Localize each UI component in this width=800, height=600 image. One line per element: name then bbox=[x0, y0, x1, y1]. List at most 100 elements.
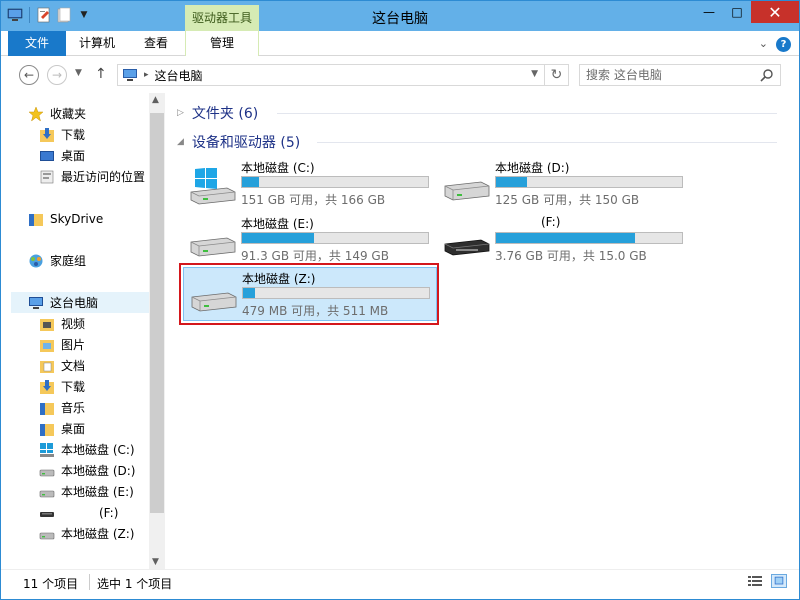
navigation-pane: 收藏夹 下载 桌面 最近访问的位置 SkyDrive 家庭组 这台电脑 视频 图… bbox=[1, 93, 165, 569]
forward-button[interactable]: → bbox=[47, 65, 67, 85]
nav-item-label: 桌面 bbox=[61, 422, 86, 436]
drive-icon bbox=[39, 532, 55, 539]
address-path-segment[interactable]: 这台电脑 bbox=[155, 67, 203, 84]
scroll-up-icon[interactable]: ▲ bbox=[152, 95, 159, 105]
help-icon[interactable]: ? bbox=[776, 37, 791, 52]
nav-this-pc[interactable]: 这台电脑 bbox=[11, 292, 149, 313]
drive-tile-d[interactable]: 本地磁盘 (D:) 125 GB 可用，共 150 GB bbox=[437, 157, 691, 211]
nav-item-label: 本地磁盘 (E:) bbox=[61, 485, 134, 499]
nav-item-drive-z[interactable]: 本地磁盘 (Z:) bbox=[39, 523, 134, 544]
close-button[interactable]: ✕ bbox=[751, 1, 799, 23]
drive-usage-bar bbox=[495, 232, 683, 244]
nav-favorites-label: 收藏夹 bbox=[50, 107, 87, 121]
windows-drive-icon bbox=[40, 442, 54, 457]
nav-item-downloads[interactable]: 下载 bbox=[39, 376, 85, 397]
drive-tile-f[interactable]: (F:) 3.76 GB 可用，共 15.0 GB bbox=[437, 213, 691, 267]
nav-item-label: 本地磁盘 (Z:) bbox=[61, 527, 135, 541]
drive-name: 本地磁盘 (C:) bbox=[241, 161, 315, 175]
search-box[interactable] bbox=[579, 64, 781, 86]
group-header-folders[interactable]: ▷ 文件夹 (6) bbox=[177, 103, 777, 123]
drive-capacity-text: 3.76 GB 可用，共 15.0 GB bbox=[495, 249, 647, 263]
computer-icon bbox=[123, 69, 137, 81]
star-icon bbox=[28, 105, 44, 122]
drive-capacity-text: 91.3 GB 可用，共 149 GB bbox=[241, 249, 389, 263]
scrollbar-thumb[interactable] bbox=[150, 113, 164, 513]
drive-usage-fill bbox=[496, 177, 528, 187]
nav-item-drive-c[interactable]: 本地磁盘 (C:) bbox=[39, 439, 135, 460]
drive-usage-bar bbox=[241, 232, 429, 244]
scroll-down-icon[interactable]: ▼ bbox=[152, 557, 159, 567]
search-icon[interactable] bbox=[760, 68, 774, 82]
tab-view[interactable]: 查看 bbox=[133, 31, 179, 56]
window-controls: — □ ✕ bbox=[695, 1, 799, 23]
navigation-bar: ← → ▼ ↑ ▸ 这台电脑 ▼ ↻ bbox=[1, 57, 799, 93]
recent-locations-dropdown[interactable]: ▼ bbox=[75, 68, 82, 78]
nav-item-recent-places[interactable]: 最近访问的位置 bbox=[39, 166, 145, 187]
nav-item-drive-e[interactable]: 本地磁盘 (E:) bbox=[39, 481, 134, 502]
nav-item-documents[interactable]: 文档 bbox=[39, 355, 85, 376]
drive-tile-c[interactable]: 本地磁盘 (C:) 151 GB 可用，共 166 GB bbox=[183, 157, 437, 211]
nav-item-videos[interactable]: 视频 bbox=[39, 313, 85, 334]
nav-item-drive-d[interactable]: 本地磁盘 (D:) bbox=[39, 460, 135, 481]
windows-drive-icon bbox=[190, 168, 236, 205]
minimize-button[interactable]: — bbox=[695, 1, 723, 23]
title-bar[interactable]: ▼ 驱动器工具 这台电脑 — □ ✕ bbox=[1, 1, 799, 31]
drive-usage-fill bbox=[242, 233, 314, 243]
address-dropdown-icon[interactable]: ▼ bbox=[531, 69, 538, 79]
nav-item-music[interactable]: 音乐 bbox=[39, 397, 85, 418]
group-header-devices[interactable]: ◢ 设备和驱动器 (5) bbox=[177, 132, 777, 152]
videos-folder-icon bbox=[40, 318, 54, 331]
tab-computer[interactable]: 计算机 bbox=[71, 31, 123, 56]
nav-item-desktop[interactable]: 桌面 bbox=[39, 418, 85, 439]
skydrive-folder-icon bbox=[29, 213, 43, 226]
address-bar[interactable]: ▸ 这台电脑 ▼ ↻ bbox=[117, 64, 569, 86]
refresh-button[interactable]: ↻ bbox=[544, 65, 568, 85]
nav-homegroup-label: 家庭组 bbox=[50, 254, 87, 268]
nav-item-label: 下载 bbox=[61, 128, 86, 142]
nav-item-desktop[interactable]: 桌面 bbox=[39, 145, 85, 166]
expanded-arrow-icon[interactable]: ◢ bbox=[177, 137, 184, 147]
drive-name: 本地磁盘 (E:) bbox=[241, 217, 314, 231]
group-divider bbox=[317, 142, 777, 143]
nav-skydrive[interactable]: SkyDrive bbox=[28, 208, 103, 229]
ribbon-tabs: 文件 计算机 查看 管理 ⌄ ? bbox=[1, 31, 799, 56]
nav-item-pictures[interactable]: 图片 bbox=[39, 334, 85, 355]
selection-count: 选中 1 个项目 bbox=[97, 577, 173, 591]
window-title: 这台电脑 bbox=[372, 11, 428, 27]
drive-usage-fill bbox=[242, 177, 259, 187]
recent-places-icon bbox=[40, 170, 54, 183]
drive-usage-bar bbox=[495, 176, 683, 188]
expand-ribbon-icon[interactable]: ⌄ bbox=[759, 37, 768, 52]
nav-item-label: 本地磁盘 (C:) bbox=[61, 443, 135, 457]
maximize-button[interactable]: □ bbox=[723, 1, 751, 23]
tab-file[interactable]: 文件 bbox=[8, 31, 66, 56]
drive-tile-e[interactable]: 本地磁盘 (E:) 91.3 GB 可用，共 149 GB bbox=[183, 213, 437, 267]
nav-item-label: 视频 bbox=[61, 317, 86, 331]
nav-item-drive-f[interactable]: (F:) bbox=[39, 502, 118, 523]
desktop-folder-icon bbox=[40, 423, 54, 436]
nav-item-label: 下载 bbox=[61, 380, 86, 394]
nav-item-label: 图片 bbox=[61, 338, 86, 352]
up-button[interactable]: ↑ bbox=[95, 66, 107, 82]
computer-icon bbox=[29, 296, 43, 309]
tab-manage[interactable]: 管理 bbox=[185, 31, 259, 56]
large-icons-view-icon[interactable] bbox=[771, 574, 787, 588]
nav-item-label: 文档 bbox=[61, 359, 86, 373]
downloads-folder-icon bbox=[40, 127, 54, 142]
collapsed-arrow-icon[interactable]: ▷ bbox=[177, 108, 184, 118]
nav-skydrive-label: SkyDrive bbox=[50, 211, 104, 226]
nav-item-downloads[interactable]: 下载 bbox=[39, 124, 85, 145]
pictures-folder-icon bbox=[40, 339, 54, 352]
nav-item-label: 最近访问的位置 bbox=[61, 170, 146, 184]
drive-icon bbox=[444, 181, 490, 201]
address-chevron-icon[interactable]: ▸ bbox=[144, 70, 149, 80]
drive-icon bbox=[190, 237, 236, 257]
ribbon-right-controls: ⌄ ? bbox=[759, 37, 791, 52]
nav-pane-scrollbar[interactable]: ▲ ▼ bbox=[149, 93, 165, 569]
nav-homegroup[interactable]: 家庭组 bbox=[28, 250, 86, 271]
documents-folder-icon bbox=[40, 360, 54, 373]
nav-favorites[interactable]: 收藏夹 bbox=[28, 103, 86, 124]
back-button[interactable]: ← bbox=[19, 65, 39, 85]
search-input[interactable] bbox=[586, 67, 756, 83]
details-view-icon[interactable] bbox=[747, 574, 763, 588]
